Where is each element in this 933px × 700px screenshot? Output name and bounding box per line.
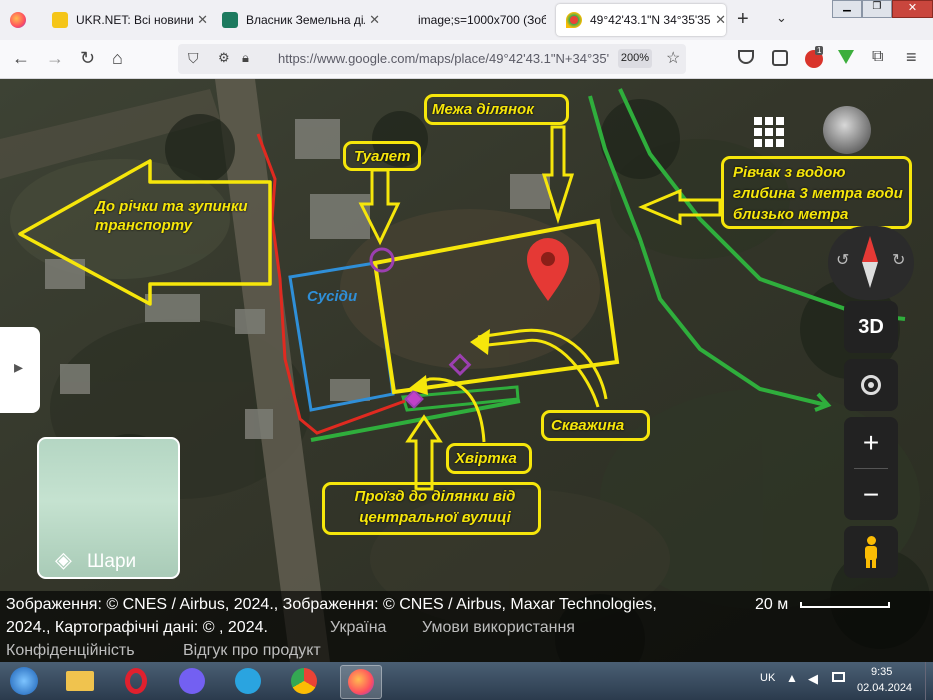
bookmark-star-icon[interactable]: ☆: [666, 48, 680, 68]
rotate-right-icon[interactable]: ↻: [892, 250, 905, 270]
tab-ukrnet[interactable]: UKR.NET: Всі новини Ук ✕: [42, 4, 208, 36]
viber-taskbar-button[interactable]: [172, 665, 212, 697]
address-bar[interactable]: ⛉ ⚙ 🔒︎ https://www.google.com/maps/place…: [178, 44, 686, 74]
new-tab-button[interactable]: +: [737, 8, 749, 31]
show-desktop-button[interactable]: [925, 662, 933, 700]
maps-pin-favicon-icon: [566, 12, 582, 28]
zoom-controls: + −: [844, 417, 898, 520]
forward-arrow-icon[interactable]: →: [46, 48, 64, 68]
ukrnet-favicon-icon: [52, 12, 68, 28]
download-extension-icon[interactable]: [838, 50, 854, 64]
scale-label[interactable]: 20 м: [755, 596, 788, 614]
start-button[interactable]: [4, 665, 44, 697]
layers-label: Шари: [87, 551, 137, 572]
windows-logo-icon: [10, 667, 38, 695]
tab-google-maps[interactable]: 49°42'43.1"N 34°35'35.3 ✕: [556, 4, 726, 36]
firefox-menu-icon[interactable]: [10, 12, 26, 28]
chrome-icon: [291, 668, 317, 694]
home-icon[interactable]: ⌂: [112, 48, 123, 68]
shield-icon[interactable]: ⛉: [188, 50, 199, 67]
to-river-label: До річки та зупинки транспорту: [95, 198, 248, 234]
country-link[interactable]: Україна: [330, 619, 386, 637]
neighbors-label: Сусіди: [307, 288, 358, 305]
compass-needle-icon: [862, 236, 878, 262]
clock-time[interactable]: 9:35: [871, 666, 892, 678]
feedback-link[interactable]: Відгук про продукт: [183, 642, 321, 660]
layers-stack-icon: ◈: [55, 547, 72, 572]
image-favicon-icon: [394, 12, 410, 28]
opera-taskbar-button[interactable]: [116, 665, 156, 697]
tray-chevron-icon[interactable]: ▲: [786, 671, 798, 685]
firefox-taskbar-button[interactable]: [340, 665, 382, 699]
tab-bar: UKR.NET: Всі новини Ук ✕ Власник Земельн…: [0, 0, 933, 40]
privacy-link[interactable]: Конфіденційність: [6, 642, 135, 660]
profile-avatar[interactable]: [823, 106, 871, 154]
rotate-left-icon[interactable]: ↺: [836, 250, 849, 270]
telegram-icon: [235, 668, 261, 694]
folder-icon: [66, 671, 94, 691]
imagery-credit-line1: Зображення: © CNES / Airbus, 2024., Зобр…: [6, 596, 657, 613]
maximize-button[interactable]: ❐: [861, 0, 892, 18]
map-attribution-bar: Зображення: © CNES / Airbus, 2024., Зобр…: [0, 591, 933, 662]
extensions-puzzle-icon[interactable]: ⧉: [872, 48, 883, 66]
gate-label: Хвіртка: [455, 450, 517, 467]
street-view-pegman-button[interactable]: [844, 526, 898, 578]
toilet-label: Туалет: [354, 148, 411, 165]
google-apps-grid-icon[interactable]: [754, 117, 784, 147]
boundary-label: Межа ділянок: [432, 101, 534, 118]
close-tab-icon[interactable]: ✕: [369, 12, 380, 28]
zoom-in-button[interactable]: +: [844, 417, 898, 468]
scale-bar: [800, 602, 890, 608]
layers-button[interactable]: ◈ Шари: [37, 437, 180, 579]
permissions-icon[interactable]: ⚙: [218, 50, 230, 66]
terms-link[interactable]: Умови використання: [422, 619, 575, 637]
language-indicator[interactable]: UK: [760, 672, 775, 684]
firefox-icon: [348, 669, 374, 695]
telegram-taskbar-button[interactable]: [228, 665, 268, 697]
volume-icon[interactable]: ◀: [808, 671, 818, 687]
file-explorer-taskbar-button[interactable]: [60, 665, 100, 697]
imagery-credit-line2: 2024., Картографічні дані: © , 2024.: [6, 619, 268, 636]
tab-list-chevron-icon[interactable]: ⌄: [776, 10, 787, 26]
minimize-button[interactable]: ▁: [832, 0, 862, 18]
compass-button[interactable]: ↺ ↻: [828, 226, 914, 300]
container-icon[interactable]: [772, 50, 788, 66]
3d-label: 3D: [858, 315, 884, 338]
window-buttons: ▁ ❐ ✕: [832, 0, 933, 18]
back-arrow-icon[interactable]: ←: [12, 48, 30, 68]
opera-icon: [125, 668, 147, 694]
url-text[interactable]: https://www.google.com/maps/place/49°42'…: [278, 51, 609, 66]
viber-icon: [179, 668, 205, 694]
3d-toggle-button[interactable]: 3D: [844, 301, 898, 353]
windows-taskbar: UK ▲ ◀ 9:35 02.04.2024: [0, 662, 933, 700]
zoom-out-button[interactable]: −: [844, 469, 898, 520]
access-road-label: Проїзд до ділянки від центральної вулиці: [354, 488, 516, 526]
clock-date[interactable]: 02.04.2024: [857, 682, 912, 694]
map-canvas[interactable]: До річки та зупинки транспорту Туалет Ме…: [0, 79, 933, 662]
side-panel-toggle[interactable]: ▸: [0, 327, 40, 413]
compass-needle-south-icon: [862, 262, 878, 288]
my-location-button[interactable]: [844, 359, 898, 411]
network-icon[interactable]: [832, 672, 845, 682]
extension-badge: 1: [815, 46, 824, 55]
app-menu-icon[interactable]: ≡: [906, 47, 917, 68]
tab-image[interactable]: image;s=1000x700 (Зобр: [384, 4, 552, 36]
close-tab-icon[interactable]: ✕: [715, 12, 726, 28]
close-window-button[interactable]: ✕: [891, 0, 933, 18]
zoom-level[interactable]: 200%: [618, 49, 652, 68]
tab-olx[interactable]: Власник Земельна діля ✕: [212, 4, 380, 36]
crosshair-icon: [861, 375, 881, 395]
close-tab-icon[interactable]: ✕: [197, 12, 208, 28]
ditch-label: Рівчак з водою глибина 3 метра води близ…: [733, 164, 903, 223]
reload-icon[interactable]: ↻: [80, 48, 95, 68]
chevron-right-icon: ▸: [14, 357, 24, 377]
olx-favicon-icon: [222, 12, 238, 28]
lock-icon[interactable]: 🔒︎: [242, 50, 249, 66]
pegman-icon: [863, 536, 879, 568]
well-label: Скважина: [551, 417, 625, 434]
chrome-taskbar-button[interactable]: [284, 665, 324, 697]
